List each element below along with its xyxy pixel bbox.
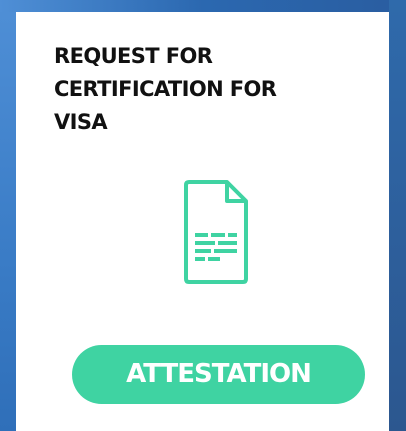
attestation-button[interactable]: ATTESTATION — [72, 345, 365, 404]
card-title-line-2: CERTIFICATION FOR — [54, 77, 277, 101]
background-left — [0, 0, 16, 431]
service-card[interactable]: REQUEST FOR CERTIFICATION FOR VISA ATTES… — [16, 12, 389, 431]
background-top — [0, 0, 406, 12]
card-title-line-3: VISA — [54, 110, 108, 134]
card-title-line-1: REQUEST FOR — [54, 44, 213, 68]
document-icon — [184, 180, 248, 284]
card-title: REQUEST FOR CERTIFICATION FOR VISA — [54, 40, 354, 139]
background-right — [389, 0, 406, 431]
